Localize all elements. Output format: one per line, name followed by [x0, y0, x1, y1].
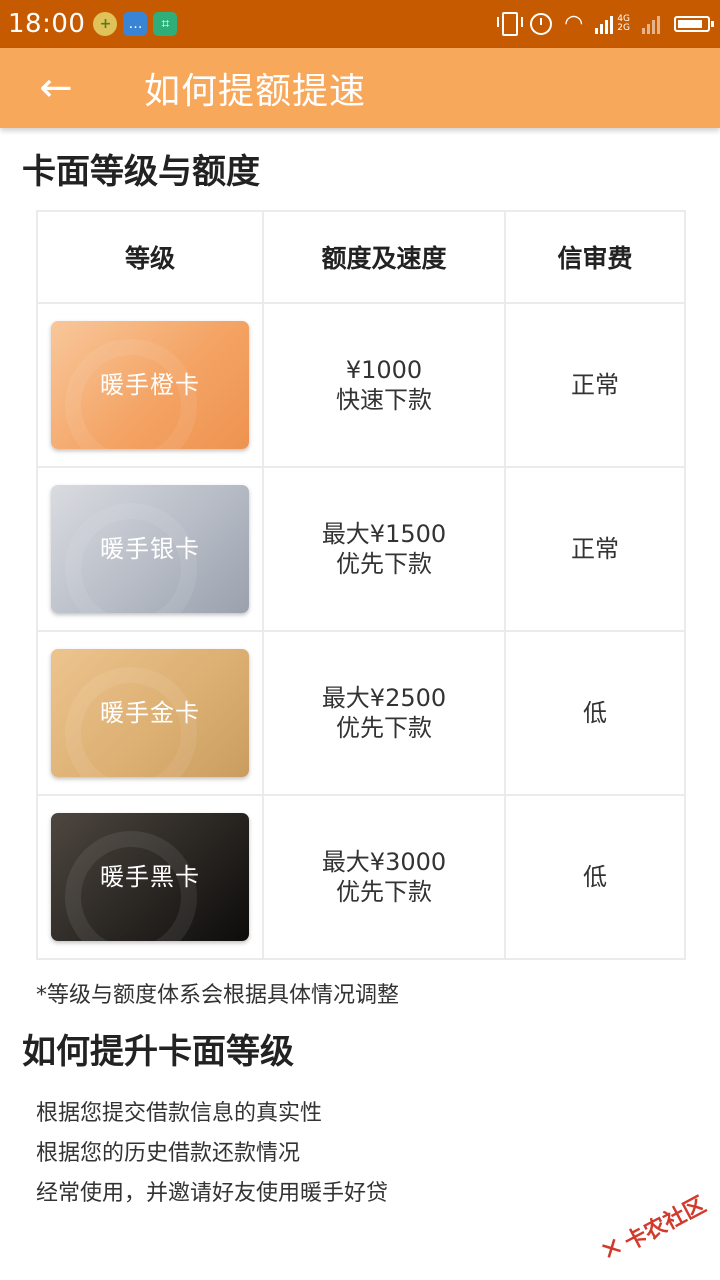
limit-cell: ¥1000 快速下款 [262, 302, 506, 468]
silver-card-image: 暖手银卡 [51, 485, 249, 613]
status-time: 18:00 [8, 9, 86, 39]
card-name: 暖手黑卡 [100, 863, 200, 891]
limit-cell: 最大¥3000 优先下款 [262, 794, 506, 960]
gold-card-image: 暖手金卡 [51, 649, 249, 777]
app-bar: ← 如何提额提速 [0, 48, 720, 128]
limit-value: 最大¥2500 [321, 684, 447, 712]
list-item: 根据您的历史借款还款情况 [36, 1141, 301, 1166]
signal-icon-secondary [642, 14, 662, 34]
card-name: 暖手银卡 [100, 535, 200, 563]
battery-icon [674, 16, 714, 32]
limit-value: 最大¥3000 [321, 848, 447, 876]
shopping-app-icon: + [93, 12, 118, 36]
speed-value: 快速下款 [336, 386, 432, 414]
wifi-icon: ◠ [564, 11, 584, 36]
header-level: 等级 [36, 210, 264, 304]
scan-notification-icon: ⌗ [153, 12, 178, 36]
table-row: 暖手黑卡 最大¥3000 优先下款 低 [36, 794, 686, 960]
vibrate-icon [497, 12, 524, 36]
header-limit-speed: 额度及速度 [262, 210, 506, 304]
card-cell: 暖手黑卡 [36, 794, 264, 960]
list-item: 经常使用，并邀请好友使用暖手好贷 [36, 1181, 389, 1206]
speed-value: 优先下款 [336, 714, 432, 742]
limit-cell: 最大¥1500 优先下款 [262, 466, 506, 632]
table-header-row: 等级 额度及速度 信审费 [36, 210, 686, 304]
fee-cell: 低 [504, 794, 686, 960]
list-item: 根据您提交借款信息的真实性 [36, 1101, 323, 1126]
section-title-card-levels: 卡面等级与额度 [22, 152, 260, 192]
upgrade-tips-list: 根据您提交借款信息的真实性 根据您的历史借款还款情况 经常使用，并邀请好友使用暖… [36, 1094, 388, 1214]
card-cell: 暖手金卡 [36, 630, 264, 796]
page-title: 如何提额提速 [144, 71, 367, 112]
header-review-fee: 信审费 [504, 210, 686, 304]
card-name: 暖手橙卡 [100, 371, 200, 399]
fee-cell: 正常 [504, 302, 686, 468]
status-bar: 18:00 + … ⌗ ◠ 4G 2G [0, 0, 720, 48]
section-title-upgrade: 如何提升卡面等级 [22, 1032, 294, 1072]
speed-value: 优先下款 [336, 550, 432, 578]
table-row: 暖手银卡 最大¥1500 优先下款 正常 [36, 466, 686, 632]
table-row: 暖手橙卡 ¥1000 快速下款 正常 [36, 302, 686, 468]
orange-card-image: 暖手橙卡 [51, 321, 249, 449]
network-label-bottom: 2G [617, 23, 630, 33]
limit-value: ¥1000 [345, 356, 423, 384]
watermark: ✕ 卡农社区 [595, 1187, 711, 1269]
fee-cell: 正常 [504, 466, 686, 632]
fee-cell: 低 [504, 630, 686, 796]
limit-value: 最大¥1500 [321, 520, 447, 548]
table-row: 暖手金卡 最大¥2500 优先下款 低 [36, 630, 686, 796]
table-footnote: *等级与额度体系会根据具体情况调整 [36, 983, 400, 1008]
card-cell: 暖手橙卡 [36, 302, 264, 468]
status-indicators: ◠ 4G 2G [490, 11, 714, 36]
watermark-text: 卡农社区 [620, 1192, 711, 1256]
card-name: 暖手金卡 [100, 699, 200, 727]
back-arrow-icon[interactable]: ← [26, 58, 86, 118]
card-cell: 暖手银卡 [36, 466, 264, 632]
message-notification-icon: … [123, 12, 148, 36]
card-level-table: 等级 额度及速度 信审费 暖手橙卡 ¥1000 快速下款 正常 暖手银卡 最大¥… [36, 210, 686, 960]
black-card-image: 暖手黑卡 [51, 813, 249, 941]
alarm-icon [530, 13, 553, 35]
limit-cell: 最大¥2500 优先下款 [262, 630, 506, 796]
signal-icon: 4G 2G [595, 14, 630, 34]
speed-value: 优先下款 [336, 878, 432, 906]
